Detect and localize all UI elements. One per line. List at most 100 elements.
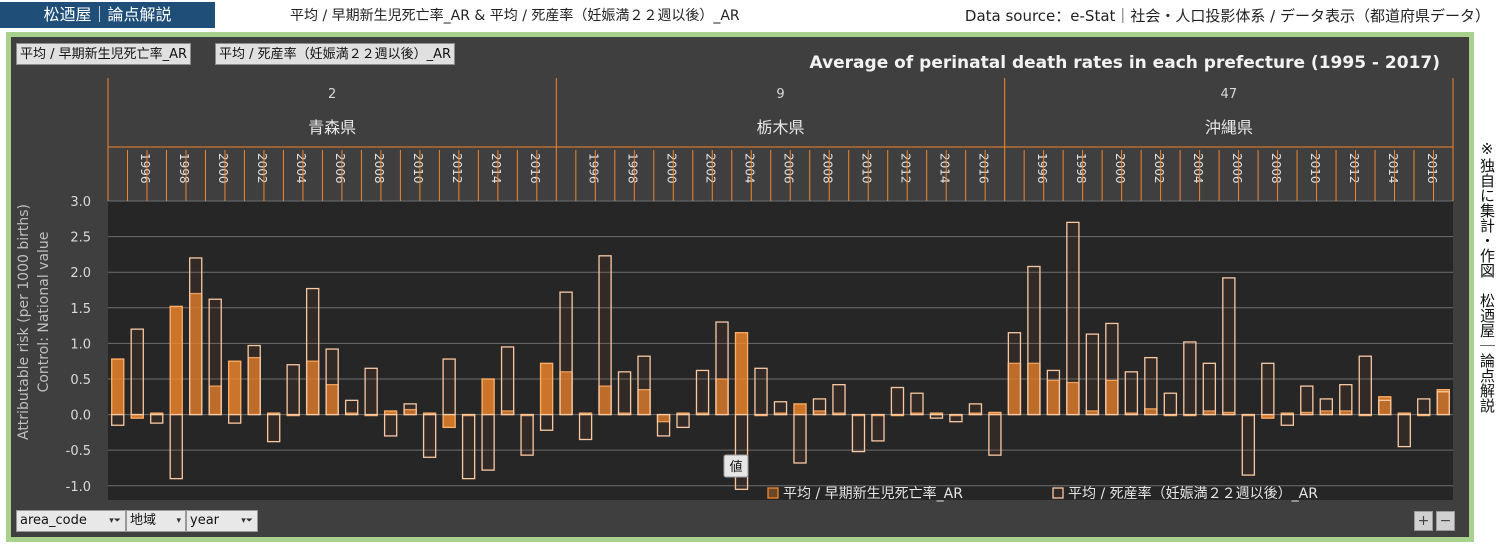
x-tick-label: 2014: [937, 153, 951, 184]
stillbirth-bar: [1241, 413, 1256, 476]
stillbirth-bar: [559, 291, 573, 416]
filter-funnel-icon: ▾⏷: [109, 516, 121, 526]
stillbirth-bar: [150, 413, 164, 424]
stillbirth-bar: [189, 257, 203, 416]
stillbirth-bar: [344, 399, 359, 416]
stillbirth-bar: [988, 413, 1002, 456]
x-tick-label: 2002: [704, 153, 718, 184]
x-tick-label: 2000: [216, 153, 230, 184]
group-name-label: 青森県: [308, 118, 356, 137]
stillbirth-bar: [929, 413, 944, 419]
chart-title: Average of perinatal death rates in each…: [810, 53, 1440, 73]
group-code-label: 47: [1221, 87, 1238, 102]
stillbirth-bar: [305, 287, 320, 416]
stillbirth-bar: [111, 413, 125, 426]
stillbirth-bar: [812, 398, 827, 416]
x-tick-label: 2004: [1191, 153, 1205, 184]
stillbirth-bar: [1105, 322, 1119, 416]
stillbirth-bar: [130, 328, 144, 416]
stillbirth-bar: [286, 364, 300, 416]
group-code-label: 9: [776, 87, 784, 102]
stillbirth-bar: [793, 413, 807, 464]
x-tick-label: 2008: [372, 153, 386, 184]
stillbirth-bar: [754, 367, 768, 416]
tooltip-label: 値: [729, 459, 742, 475]
stillbirth-bar: [1007, 332, 1022, 416]
x-tick-label: 2006: [782, 153, 796, 184]
filter-year[interactable]: year ▾⏷: [186, 510, 258, 532]
stillbirth-bar: [208, 298, 222, 416]
stillbirth-bar: [1027, 265, 1041, 416]
y-tick-label: -1.0: [66, 480, 91, 495]
x-tick-label: 2010: [859, 153, 873, 184]
stillbirth-bar: [383, 413, 398, 437]
x-tick-label: 1998: [626, 153, 640, 184]
stillbirth-bar: [851, 413, 866, 453]
x-tick-label: 2014: [1386, 153, 1400, 184]
y-tick-label: 0.5: [70, 373, 91, 388]
stillbirth-bar: [773, 401, 788, 416]
x-tick-label: 2014: [489, 153, 503, 184]
neonatal-bar: [228, 360, 242, 416]
stillbirth-bar: [228, 413, 242, 424]
x-tick-label: 2010: [1308, 153, 1322, 184]
side-note: ※独自に集計・作図 松迺屋｜論点解説: [1478, 140, 1496, 413]
stillbirth-bar: [715, 321, 729, 416]
legend-label: 平均 / 死産率（妊娠満２２週以後）_AR: [1068, 485, 1318, 502]
x-tick-label: 2016: [1425, 153, 1439, 184]
x-tick-label: 2002: [255, 153, 269, 184]
stillbirth-bar: [461, 413, 476, 480]
zoom-in-button[interactable]: +: [1414, 511, 1433, 531]
x-tick-label: 2004: [743, 153, 757, 184]
x-tick-label: 2016: [976, 153, 990, 184]
stillbirth-bar: [442, 358, 456, 416]
stillbirth-bar: [1339, 384, 1353, 416]
stillbirth-bar: [1261, 362, 1275, 416]
stillbirth-bar: [1436, 391, 1450, 416]
stillbirth-bar: [422, 413, 437, 458]
x-tick-label: 1998: [1074, 153, 1088, 184]
x-tick-label: 2000: [665, 153, 679, 184]
neonatal-bar: [442, 413, 456, 429]
y-tick-label: 3.0: [70, 195, 91, 210]
x-tick-label: 2000: [1113, 153, 1127, 184]
group-name-label: 沖縄県: [1205, 118, 1253, 137]
stillbirth-bar: [832, 384, 846, 416]
stillbirth-bar: [1378, 399, 1392, 416]
y-tick-label: 2.5: [70, 231, 91, 246]
stillbirth-bar: [403, 403, 417, 416]
stillbirth-bar: [910, 392, 924, 416]
stillbirth-bar: [520, 413, 534, 456]
stillbirth-bar: [949, 413, 963, 423]
neonatal-bar: [111, 358, 125, 416]
stillbirth-bar: [247, 344, 261, 416]
x-tick-label: 2008: [820, 153, 834, 184]
y-axis-label: Attributable risk (per 1000 births): [16, 204, 32, 440]
filter-region[interactable]: 地域 ▾: [126, 510, 186, 532]
neonatal-bar: [481, 378, 495, 416]
stillbirth-bar: [637, 355, 651, 416]
x-tick-label: 2006: [1230, 153, 1244, 184]
x-tick-label: 2004: [294, 153, 308, 184]
stillbirth-bar: [968, 403, 983, 416]
stillbirth-bar: [481, 413, 495, 471]
stillbirth-bar: [1280, 413, 1295, 426]
stillbirth-bar: [325, 348, 339, 416]
stillbirth-bar: [1397, 413, 1411, 448]
stillbirth-bar: [364, 367, 378, 416]
stillbirth-bar: [1144, 356, 1158, 416]
stillbirth-bar: [656, 413, 671, 437]
stillbirth-bar: [676, 413, 690, 429]
chart-svg: 3.0 2.5 2.0 1.5 1.0 0.5 0.0 -0.5 -1.0 Average of …: [16, 53, 1454, 502]
x-tick-label: 2008: [1269, 153, 1283, 184]
y-tick-label: 2.0: [70, 266, 91, 281]
y-tick-label: -0.5: [66, 444, 91, 459]
filter-area-code[interactable]: area_code ▾⏷: [16, 510, 126, 532]
x-tick-label: 2012: [1347, 153, 1361, 184]
zoom-out-button[interactable]: −: [1436, 511, 1455, 531]
group-code-label: 2: [328, 87, 336, 102]
filter-area-code-label: area_code: [20, 513, 87, 528]
stillbirth-bar: [266, 413, 281, 443]
neonatal-bar: [793, 403, 807, 416]
filter-region-label: 地域: [130, 513, 157, 528]
